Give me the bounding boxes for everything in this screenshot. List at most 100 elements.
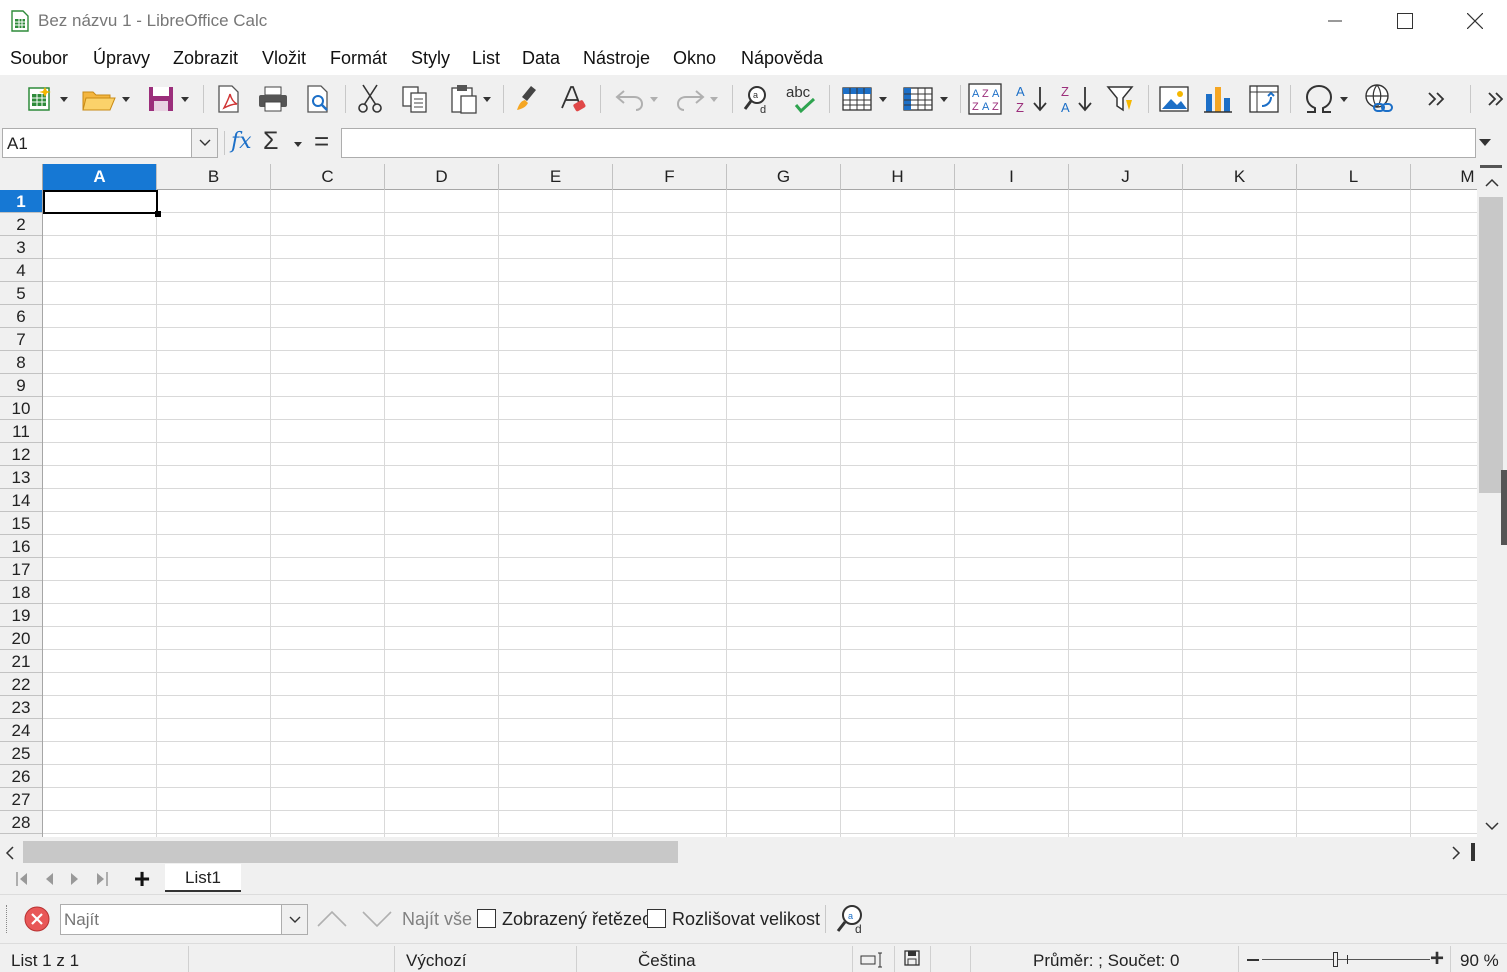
menu-soubor[interactable]: Soubor — [10, 48, 68, 69]
menu-vlozit[interactable]: Vložit — [262, 48, 306, 69]
row-header-20[interactable]: 20 — [0, 627, 42, 650]
add-sheet-button[interactable]: + — [130, 865, 154, 893]
column-button[interactable] — [897, 79, 953, 119]
new-button[interactable] — [20, 79, 74, 119]
page-style[interactable]: Výchozí — [406, 951, 466, 971]
find-previous-icon[interactable] — [316, 909, 348, 929]
menu-list[interactable]: List — [472, 48, 500, 69]
menu-nastroje[interactable]: Nástroje — [583, 48, 650, 69]
pivot-table-button[interactable] — [1245, 79, 1283, 119]
row-header-9[interactable]: 9 — [0, 374, 42, 397]
close-button[interactable] — [1440, 0, 1507, 42]
export-pdf-button[interactable] — [212, 79, 246, 119]
special-character-button[interactable] — [1296, 79, 1354, 119]
row-header-4[interactable]: 4 — [0, 259, 42, 282]
save-button[interactable] — [141, 79, 195, 119]
column-header-j[interactable]: J — [1069, 164, 1183, 190]
sort-descending-button[interactable]: ZA — [1057, 79, 1097, 119]
document-modified-icon[interactable] — [904, 950, 920, 966]
undo-button[interactable] — [608, 79, 664, 119]
split-handle[interactable] — [1480, 165, 1502, 168]
close-find-bar-icon[interactable] — [23, 905, 51, 933]
row-header-25[interactable]: 25 — [0, 742, 42, 765]
name-box[interactable]: A1 — [2, 128, 218, 158]
vertical-scroll-thumb[interactable] — [1479, 197, 1503, 493]
column-header-f[interactable]: F — [613, 164, 727, 190]
hsplit-handle[interactable] — [1471, 843, 1475, 861]
find-replace-icon[interactable]: ad — [834, 903, 868, 935]
scroll-up-icon[interactable] — [1485, 178, 1499, 188]
find-next-icon[interactable] — [361, 909, 393, 929]
language-status[interactable]: Čeština — [638, 951, 696, 971]
row-header-18[interactable]: 18 — [0, 581, 42, 604]
print-preview-button[interactable] — [300, 79, 336, 119]
sort-ascending-button[interactable]: AZ — [1012, 79, 1052, 119]
function-wizard-button[interactable]: fx — [231, 129, 252, 154]
hyperlink-button[interactable] — [1359, 79, 1399, 119]
sum-button[interactable]: Σ — [263, 127, 278, 156]
menu-upravy[interactable]: Úpravy — [93, 48, 150, 69]
column-header-d[interactable]: D — [385, 164, 499, 190]
column-header-e[interactable]: E — [499, 164, 613, 190]
select-all-corner[interactable] — [0, 164, 43, 190]
column-header-a[interactable]: A — [43, 164, 157, 190]
formula-button[interactable]: = — [314, 126, 329, 157]
row-header-23[interactable]: 23 — [0, 696, 42, 719]
copy-button[interactable] — [397, 79, 433, 119]
zoom-slider-track[interactable] — [1262, 959, 1430, 960]
scroll-left-icon[interactable] — [5, 846, 15, 860]
column-header-m[interactable]: M — [1411, 164, 1477, 190]
row-header-12[interactable]: 12 — [0, 443, 42, 466]
row-header-16[interactable]: 16 — [0, 535, 42, 558]
clear-formatting-button[interactable] — [555, 79, 591, 119]
row-header-22[interactable]: 22 — [0, 673, 42, 696]
column-header-h[interactable]: H — [841, 164, 955, 190]
row-header-2[interactable]: 2 — [0, 213, 42, 236]
row-header-14[interactable]: 14 — [0, 489, 42, 512]
name-box-dropdown[interactable] — [191, 129, 217, 157]
print-button[interactable] — [255, 79, 291, 119]
toolbar-overflow-button[interactable] — [1484, 79, 1506, 119]
zoom-in-button[interactable]: + — [1430, 945, 1444, 972]
redo-button[interactable] — [668, 79, 724, 119]
cell-area[interactable] — [43, 190, 1477, 837]
row-header-13[interactable]: 13 — [0, 466, 42, 489]
spelling-button[interactable]: abc — [782, 79, 822, 119]
row-header-8[interactable]: 8 — [0, 351, 42, 374]
cut-button[interactable] — [352, 79, 388, 119]
column-header-g[interactable]: G — [727, 164, 841, 190]
row-header-19[interactable]: 19 — [0, 604, 42, 627]
zoom-out-button[interactable] — [1247, 959, 1259, 961]
find-all-button[interactable]: Najít vše — [402, 909, 472, 930]
insert-image-button[interactable] — [1155, 79, 1193, 119]
row-header-1[interactable]: 1 — [0, 190, 42, 213]
row-button[interactable] — [836, 79, 892, 119]
menu-styly[interactable]: Styly — [411, 48, 450, 69]
row-header-26[interactable]: 26 — [0, 765, 42, 788]
row-header-24[interactable]: 24 — [0, 719, 42, 742]
row-header-7[interactable]: 7 — [0, 328, 42, 351]
row-header-27[interactable]: 27 — [0, 788, 42, 811]
column-header-i[interactable]: I — [955, 164, 1069, 190]
row-header-28[interactable]: 28 — [0, 811, 42, 834]
autofilter-button[interactable] — [1103, 79, 1141, 119]
menu-format[interactable]: Formát — [330, 48, 387, 69]
maximize-button[interactable] — [1370, 0, 1440, 42]
selection-statistics[interactable]: Průměr: ; Součet: 0 — [1033, 951, 1179, 971]
selection-mode-icon[interactable] — [860, 952, 886, 968]
clone-formatting-button[interactable] — [510, 79, 546, 119]
insert-chart-button[interactable] — [1199, 79, 1237, 119]
row-header-6[interactable]: 6 — [0, 305, 42, 328]
toolbar-grip[interactable] — [6, 905, 9, 933]
fill-handle[interactable] — [155, 211, 161, 217]
row-header-5[interactable]: 5 — [0, 282, 42, 305]
find-history-dropdown[interactable] — [281, 905, 307, 934]
column-header-l[interactable]: L — [1297, 164, 1411, 190]
last-sheet-button[interactable] — [93, 869, 111, 889]
menu-okno[interactable]: Okno — [673, 48, 716, 69]
find-replace-button[interactable]: da — [740, 79, 776, 119]
column-header-b[interactable]: B — [157, 164, 271, 190]
zoom-level[interactable]: 90 % — [1460, 951, 1499, 971]
minimize-button[interactable] — [1300, 0, 1370, 42]
row-header-3[interactable]: 3 — [0, 236, 42, 259]
